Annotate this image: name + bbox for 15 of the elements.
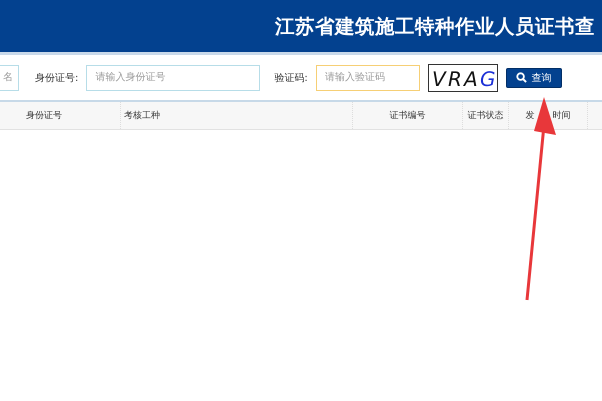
captcha-image[interactable]: VRAG	[428, 64, 498, 92]
search-icon	[516, 72, 528, 83]
field-label: 验证码:	[274, 72, 308, 84]
column-header: 身份证号	[26, 110, 62, 122]
input-field[interactable]: 请输入身份证号	[86, 64, 260, 90]
input-field[interactable]: 请输入验证码	[316, 64, 420, 90]
column-header: 时间	[552, 110, 570, 122]
search-button[interactable]: 查询	[506, 68, 562, 88]
page-title: 江苏省建筑施工特种作业人员证书查	[275, 14, 595, 40]
column-header: 证书编号	[390, 110, 426, 122]
column-header: 发	[526, 110, 534, 122]
input-field[interactable]: 名	[0, 64, 19, 90]
column-header: 证书状态	[468, 110, 504, 122]
column-header: 考核工种	[124, 110, 160, 122]
field-label: 身份证号:	[35, 72, 78, 84]
